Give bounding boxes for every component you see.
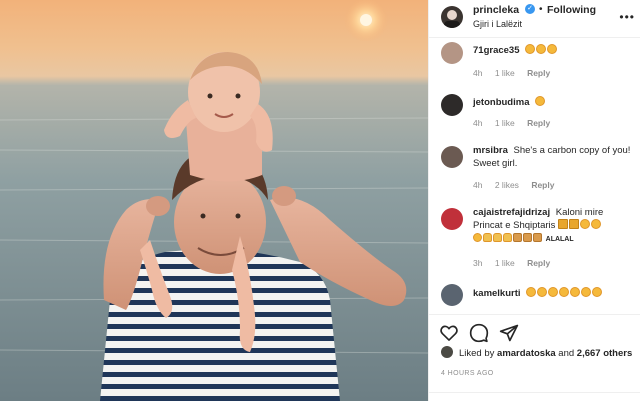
photo-illustration xyxy=(0,0,428,401)
smile-heart-eyes-emoji xyxy=(548,287,559,297)
comment-time: 4h xyxy=(473,118,483,128)
comment-text: jetonbudima xyxy=(473,96,633,109)
crown-emoji xyxy=(569,219,580,229)
pray-emoji xyxy=(493,233,502,242)
reply-button[interactable]: Reply xyxy=(527,118,550,128)
commenter-avatar[interactable] xyxy=(441,42,463,64)
comment-meta: 4h 2 likes Reply xyxy=(473,180,564,190)
person-icon xyxy=(444,10,460,28)
more-options-icon[interactable]: ••• xyxy=(619,10,635,24)
commenter-avatar[interactable] xyxy=(441,208,463,230)
commenter-username[interactable]: mrsibra xyxy=(473,145,508,156)
comment-meta: 4h 1 like Reply xyxy=(473,118,560,128)
others-count[interactable]: 2,667 others xyxy=(577,348,632,359)
crown-emoji xyxy=(558,219,569,229)
smile-heart-eyes-emoji xyxy=(547,44,558,54)
liked-by-label: Liked by xyxy=(459,348,495,359)
comment-likes[interactable]: 2 likes xyxy=(495,180,519,190)
comment-meta: 4h 1 like Reply xyxy=(473,68,560,78)
comment-text: mrsibra She's a carbon copy of you! Swee… xyxy=(473,144,633,170)
smile-heart-eyes-emoji xyxy=(536,44,547,54)
couple-emoji xyxy=(523,233,532,242)
pray-emoji xyxy=(503,233,512,242)
post-location[interactable]: Gjiri i Lalëzit xyxy=(473,19,522,29)
reply-button[interactable]: Reply xyxy=(527,258,550,268)
comment-trailing-text: ALALAL xyxy=(545,236,574,243)
commenter-avatar[interactable] xyxy=(441,146,463,168)
and-label: and xyxy=(558,348,575,359)
comment-likes[interactable]: 1 like xyxy=(495,68,515,78)
post-photo[interactable] xyxy=(0,0,428,401)
post-side-panel: princleka ✓ • Following Gjiri i Lalëzit … xyxy=(428,0,640,401)
pray-emoji xyxy=(483,233,492,242)
couple-emoji xyxy=(533,233,542,242)
smile-heart-eyes-emoji xyxy=(570,287,581,297)
smile-heart-eyes-emoji xyxy=(526,287,537,297)
smile-heart-eyes-emoji xyxy=(559,287,570,297)
comment-time: 3h xyxy=(473,258,483,268)
commenter-username[interactable]: 71grace35 xyxy=(473,45,519,56)
comment-time: 4h xyxy=(473,180,483,190)
separator-dot: • xyxy=(539,4,543,15)
comments-list[interactable]: 71grace35 4h 1 like Reply jetonbudima 4h xyxy=(429,38,640,308)
comment-text: cajaistrefajidrizaj Kaloni mire Princat … xyxy=(473,206,633,246)
paper-plane-icon[interactable] xyxy=(499,323,519,343)
couple-emoji xyxy=(513,233,522,242)
post-header: princleka ✓ • Following Gjiri i Lalëzit … xyxy=(429,0,640,38)
commenter-avatar[interactable] xyxy=(441,94,463,116)
likes-summary: Liked by amardatoska and 2,667 others xyxy=(441,346,632,359)
author-avatar[interactable] xyxy=(441,6,463,28)
commenter-username[interactable]: jetonbudima xyxy=(473,97,529,108)
smile-emoji xyxy=(473,233,482,242)
smile-heart-eyes-emoji xyxy=(592,287,603,297)
commenter-avatar[interactable] xyxy=(441,284,463,306)
commenter-username[interactable]: kamelkurti xyxy=(473,288,521,299)
comment-likes[interactable]: 1 like xyxy=(495,258,515,268)
liker-avatar[interactable] xyxy=(441,346,453,358)
comment-text: kamelkurti xyxy=(473,287,633,300)
smile-heart-eyes-emoji xyxy=(525,44,536,54)
smile-heart-eyes-emoji xyxy=(581,287,592,297)
comment-time: 4h xyxy=(473,68,483,78)
verified-badge-icon: ✓ xyxy=(525,4,535,14)
heart-icon[interactable] xyxy=(439,323,459,343)
following-button[interactable]: Following xyxy=(547,4,596,16)
reply-button[interactable]: Reply xyxy=(531,180,554,190)
comment-text: 71grace35 xyxy=(473,44,633,57)
smile-heart-eyes-emoji xyxy=(537,287,548,297)
commenter-username[interactable]: cajaistrefajidrizaj xyxy=(473,207,550,218)
liked-by-user[interactable]: amardatoska xyxy=(497,348,556,359)
post-timestamp[interactable]: 4 HOURS AGO xyxy=(441,370,494,377)
comment-icon[interactable] xyxy=(469,323,489,343)
smile-emoji xyxy=(580,219,591,229)
add-comment-area[interactable] xyxy=(429,392,640,401)
comment-meta: 3h 1 like Reply xyxy=(473,258,560,268)
comment-likes[interactable]: 1 like xyxy=(495,118,515,128)
reply-button[interactable]: Reply xyxy=(527,68,550,78)
smile-emoji xyxy=(591,219,602,229)
smile-emoji xyxy=(535,96,546,106)
instagram-post-view: princleka ✓ • Following Gjiri i Lalëzit … xyxy=(0,0,640,401)
author-username[interactable]: princleka xyxy=(473,4,519,16)
